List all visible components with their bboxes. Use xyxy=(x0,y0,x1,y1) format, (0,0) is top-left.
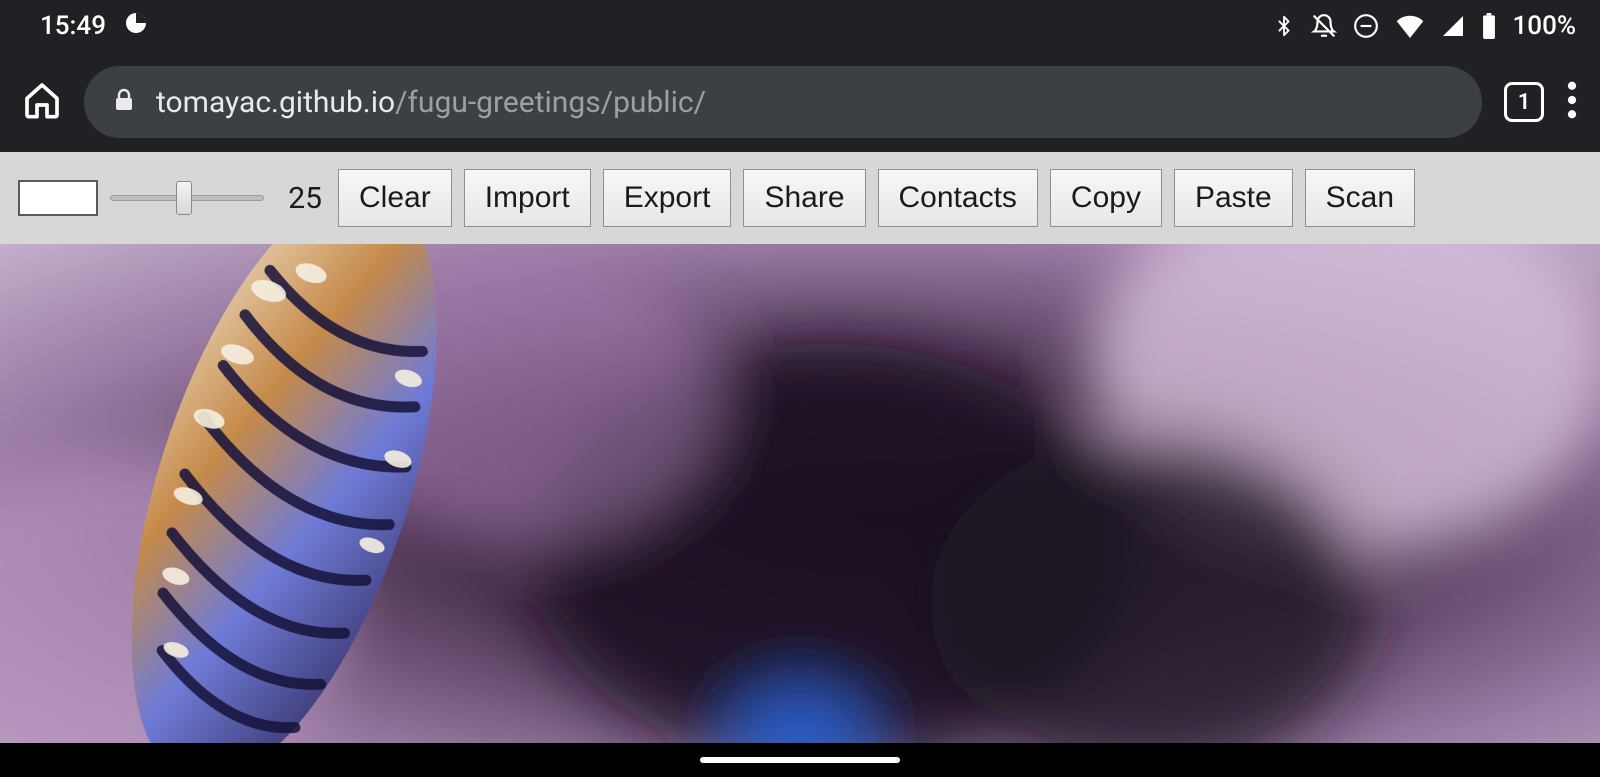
gesture-nav-pill[interactable] xyxy=(700,757,900,763)
android-nav-bar xyxy=(0,743,1600,777)
clear-button[interactable]: Clear xyxy=(338,169,452,227)
address-bar[interactable]: tomayac.github.io/fugu-greetings/public/ xyxy=(84,66,1482,138)
status-time: 15:49 xyxy=(40,11,106,41)
cell-signal-icon xyxy=(1441,14,1465,38)
brush-size-value: 25 xyxy=(282,181,322,216)
paste-button[interactable]: Paste xyxy=(1174,169,1293,227)
browser-menu-button[interactable] xyxy=(1566,81,1578,123)
battery-percentage: 100% xyxy=(1513,11,1576,41)
tab-switcher-button[interactable]: 1 xyxy=(1504,82,1544,122)
share-button[interactable]: Share xyxy=(743,169,865,227)
copy-button[interactable]: Copy xyxy=(1050,169,1162,227)
import-button[interactable]: Import xyxy=(464,169,591,227)
scan-button[interactable]: Scan xyxy=(1305,169,1415,227)
bluetooth-icon xyxy=(1273,13,1295,39)
url-text: tomayac.github.io/fugu-greetings/public/ xyxy=(156,85,706,120)
url-path: /fugu-greetings/public/ xyxy=(395,85,706,120)
drawing-canvas[interactable] xyxy=(0,244,1600,743)
contacts-button[interactable]: Contacts xyxy=(878,169,1038,227)
export-button[interactable]: Export xyxy=(603,169,732,227)
browser-omnibox-row: tomayac.github.io/fugu-greetings/public/… xyxy=(0,52,1600,152)
dnd-muted-icon xyxy=(1311,13,1337,39)
data-saver-icon xyxy=(124,11,148,42)
battery-icon xyxy=(1481,13,1497,39)
do-not-disturb-icon xyxy=(1353,13,1379,39)
lock-icon xyxy=(112,86,136,118)
android-status-bar: 15:49 100% xyxy=(0,0,1600,52)
color-picker[interactable] xyxy=(18,180,98,216)
wifi-icon xyxy=(1395,14,1425,38)
brush-size-slider[interactable] xyxy=(110,189,264,207)
home-icon[interactable] xyxy=(22,80,62,124)
url-host: tomayac.github.io xyxy=(156,85,395,120)
app-toolbar: 25 Clear Import Export Share Contacts Co… xyxy=(0,152,1600,244)
open-tab-count: 1 xyxy=(1504,82,1544,122)
